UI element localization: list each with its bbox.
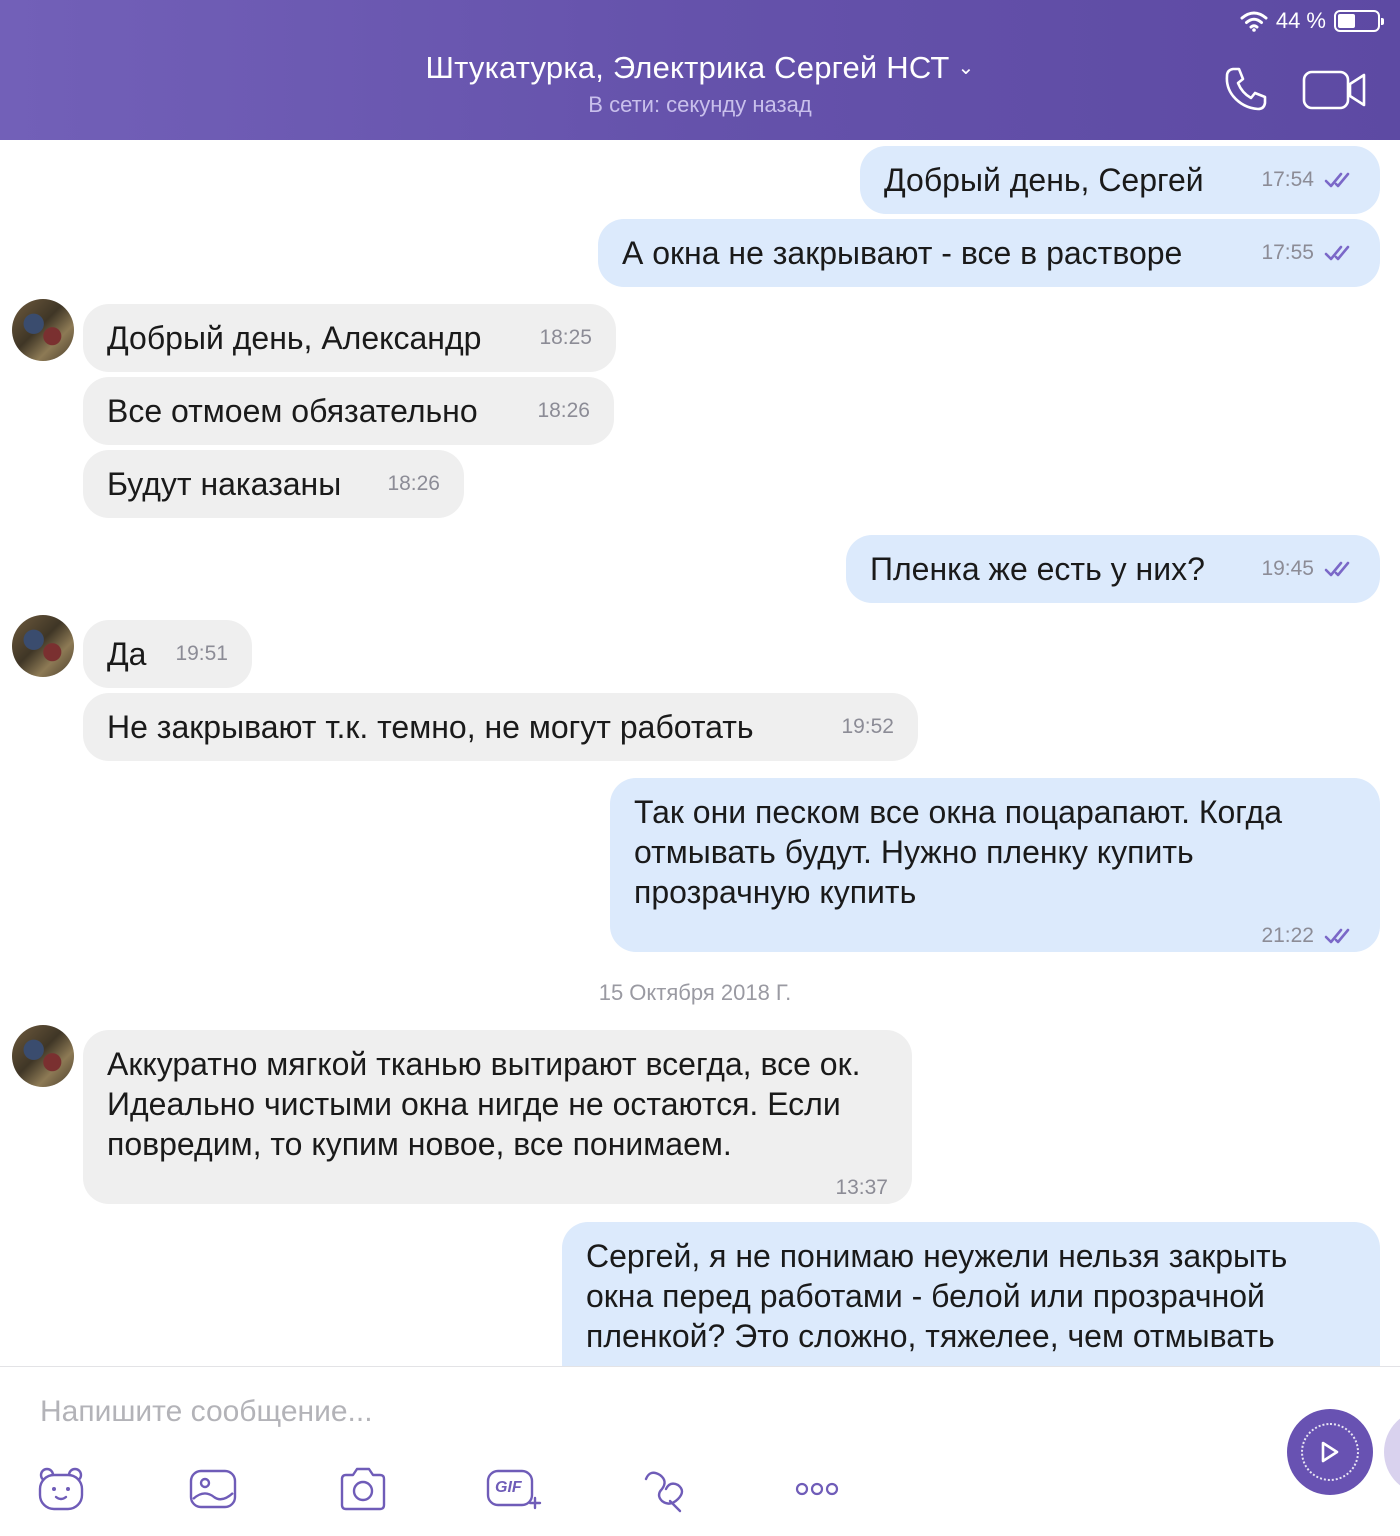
message-time: 17:54 <box>1261 168 1314 191</box>
read-ticks-icon <box>1324 561 1350 577</box>
message-text: Будут наказаны <box>107 466 342 502</box>
status-bar: 44 % <box>1240 8 1384 34</box>
contact-avatar[interactable] <box>12 615 74 677</box>
message-bubble-outgoing[interactable]: Сергей, я не понимаю неужели нельзя закр… <box>562 1222 1380 1366</box>
battery-percent: 44 % <box>1275 8 1326 33</box>
read-ticks-icon <box>1324 928 1350 944</box>
message-meta: 17:54 <box>1261 160 1356 200</box>
record-ring <box>1301 1423 1359 1481</box>
message-time: 18:26 <box>387 472 440 495</box>
message-bubble-incoming[interactable]: Добрый день, Александр 18:25 <box>83 304 616 372</box>
message-meta: 13:37 <box>107 1168 888 1208</box>
message-time: 18:26 <box>537 399 590 422</box>
message-time: 19:45 <box>1261 557 1314 580</box>
gif-label: GIF <box>495 1479 522 1496</box>
message-text: Добрый день, Сергей <box>884 162 1204 198</box>
contact-avatar[interactable] <box>12 1025 74 1087</box>
camera-icon[interactable] <box>338 1465 388 1513</box>
play-icon <box>1321 1441 1339 1463</box>
message-bubble-outgoing[interactable]: Так они песком все окна поцарапают. Когд… <box>610 778 1380 952</box>
message-text: Так они песком все окна поцарапают. Когд… <box>634 794 1282 910</box>
wifi-icon <box>1240 11 1268 32</box>
voice-message-button[interactable] <box>1287 1409 1373 1495</box>
message-meta: 19:51 <box>175 634 228 674</box>
message-meta: 17:55 <box>1261 233 1356 273</box>
message-time: 18:25 <box>539 326 592 349</box>
message-bubble-outgoing[interactable]: А окна не закрывают - все в растворе 17:… <box>598 219 1380 287</box>
message-time: 17:55 <box>1261 241 1314 264</box>
contact-name-text: Штукатурка, Электрика Сергей НСТ <box>425 50 950 85</box>
message-input[interactable]: Напишите сообщение... <box>40 1395 373 1429</box>
message-text: Добрый день, Александр <box>107 320 482 356</box>
contact-avatar[interactable] <box>12 299 74 361</box>
date-separator: 15 Октября 2018 Г. <box>598 980 792 1005</box>
chat-header: 44 % Штукатурка, Электрика Сергей НСТ ⌄ В… <box>0 0 1400 140</box>
message-bubble-incoming[interactable]: Не закрывают т.к. темно, не могут работа… <box>83 693 918 761</box>
message-meta: 18:26 <box>387 464 440 504</box>
video-call-icon[interactable] <box>1302 70 1366 110</box>
message-meta: 19:52 <box>841 707 894 747</box>
message-time: 19:52 <box>841 715 894 738</box>
battery-icon <box>1334 10 1384 32</box>
online-status: В сети: секунду назад <box>588 92 812 117</box>
message-text: Да <box>107 636 147 672</box>
message-text: Не закрывают т.к. темно, не могут работа… <box>107 709 754 745</box>
contact-name[interactable]: Штукатурка, Электрика Сергей НСТ ⌄ <box>0 50 1400 86</box>
message-text: Сергей, я не понимаю неужели нельзя закр… <box>586 1238 1288 1354</box>
message-meta: 18:25 <box>539 318 592 358</box>
message-bubble-outgoing[interactable]: Добрый день, Сергей 17:54 <box>860 146 1380 214</box>
message-text: А окна не закрывают - все в растворе <box>622 235 1183 271</box>
message-meta: 21:22 <box>634 916 1356 956</box>
message-text: Аккуратно мягкой тканью вытирают всегда,… <box>107 1046 861 1162</box>
read-ticks-icon <box>1324 245 1350 261</box>
read-ticks-icon <box>1324 172 1350 188</box>
sticker-icon[interactable] <box>36 1465 86 1513</box>
message-text: Пленка же есть у них? <box>870 551 1205 587</box>
message-bubble-incoming[interactable]: Будут наказаны 18:26 <box>83 450 464 518</box>
more-icon[interactable] <box>794 1465 844 1513</box>
message-time: 13:37 <box>835 1176 888 1199</box>
message-bubble-incoming[interactable]: Да 19:51 <box>83 620 252 688</box>
message-time: 21:22 <box>1261 924 1314 947</box>
composer: Напишите сообщение... GIF <box>0 1366 1400 1536</box>
message-bubble-outgoing[interactable]: Пленка же есть у них? 19:45 <box>846 535 1380 603</box>
contact-title-area[interactable]: Штукатурка, Электрика Сергей НСТ ⌄ В сети… <box>0 50 1400 118</box>
gallery-icon[interactable] <box>188 1465 238 1513</box>
secondary-round-button[interactable] <box>1384 1409 1400 1495</box>
phone-icon[interactable] <box>1224 66 1268 112</box>
doodle-icon[interactable] <box>640 1465 690 1513</box>
message-time: 19:51 <box>175 642 228 665</box>
gif-icon[interactable]: GIF <box>486 1465 542 1513</box>
message-meta: 18:26 <box>537 391 590 431</box>
message-list[interactable]: Добрый день, Сергей 17:54 А окна не закр… <box>0 140 1400 1366</box>
message-bubble-incoming[interactable]: Аккуратно мягкой тканью вытирают всегда,… <box>83 1030 912 1204</box>
message-text: Все отмоем обязательно <box>107 393 478 429</box>
message-meta: 19:45 <box>1261 549 1356 589</box>
chevron-down-icon: ⌄ <box>957 57 975 79</box>
message-bubble-incoming[interactable]: Все отмоем обязательно 18:26 <box>83 377 614 445</box>
